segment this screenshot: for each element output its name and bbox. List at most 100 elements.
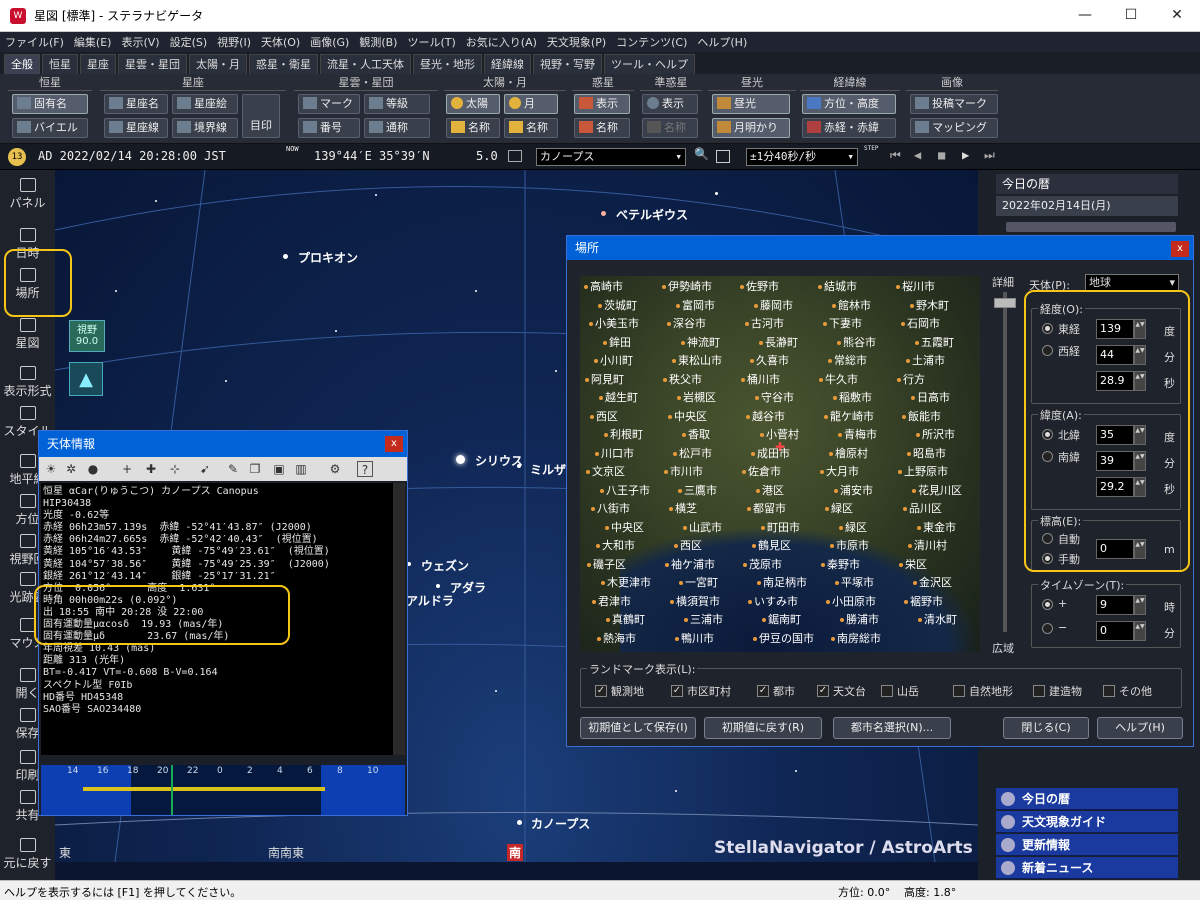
landmark-checkbox[interactable] bbox=[881, 685, 893, 697]
landmark-checkbox[interactable]: ✓ bbox=[595, 685, 607, 697]
daylight-button[interactable]: 昼光 bbox=[712, 94, 790, 114]
number-button[interactable]: 番号 bbox=[298, 118, 360, 138]
planet-name-button[interactable]: 名称 bbox=[574, 118, 630, 138]
lat-second-input[interactable]: 29.2 bbox=[1096, 477, 1134, 497]
post-mark-button[interactable]: 投稿マーク bbox=[910, 94, 998, 114]
south-radio[interactable] bbox=[1042, 451, 1053, 462]
image-icon[interactable]: ▣ bbox=[271, 461, 287, 477]
search-icon[interactable]: 🔍 bbox=[694, 147, 709, 161]
star-adhara[interactable] bbox=[436, 584, 440, 588]
dwarf-name-button[interactable]: 名称 bbox=[642, 118, 698, 138]
lon-minute-input[interactable]: 44 bbox=[1096, 345, 1134, 365]
magnitude-button[interactable]: 等級 bbox=[364, 94, 430, 114]
elevation-spinner[interactable]: ▲▼ bbox=[1134, 539, 1146, 559]
sun-button[interactable]: 太陽 bbox=[446, 94, 500, 114]
location-titlebar[interactable]: 場所 x bbox=[567, 236, 1193, 260]
help-icon[interactable]: ? bbox=[357, 461, 373, 477]
sparkle-icon[interactable]: ✲ bbox=[63, 461, 79, 477]
landmark-checkbox[interactable] bbox=[953, 685, 965, 697]
crosshair-remove-icon[interactable]: ⊹ bbox=[167, 461, 183, 477]
pointer-icon[interactable]: ➹ bbox=[197, 461, 213, 477]
phenomena-guide-item[interactable]: 天文現象ガイド bbox=[996, 811, 1178, 833]
planet-show-button[interactable]: 表示 bbox=[574, 94, 630, 114]
panel-button[interactable]: パネル bbox=[0, 178, 55, 211]
body-select[interactable]: 地球 ▾ bbox=[1085, 274, 1179, 292]
maximize-icon[interactable]: ☐ bbox=[1108, 0, 1154, 32]
datetime-display[interactable]: AD 2022/02/14 20:28:00 JST bbox=[38, 149, 226, 163]
tab-stars[interactable]: 恒星 bbox=[42, 54, 78, 74]
select-city-button[interactable]: 都市名選択(N)... bbox=[833, 717, 951, 739]
landmark-checkbox[interactable]: ✓ bbox=[671, 685, 683, 697]
reset-default-button[interactable]: 初期値に戻す(R) bbox=[704, 717, 822, 739]
object-info-titlebar[interactable]: 天体情報 x bbox=[39, 431, 407, 457]
planet-icon[interactable]: ● bbox=[85, 461, 101, 477]
mapping-button[interactable]: マッピング bbox=[910, 118, 998, 138]
north-radio[interactable] bbox=[1042, 429, 1053, 440]
menu-file[interactable]: ファイル(F) bbox=[0, 34, 69, 50]
lat-degree-spinner[interactable]: ▲▼ bbox=[1134, 425, 1146, 445]
step-button[interactable]: STEP bbox=[864, 145, 878, 152]
tab-meteors[interactable]: 流星・人工天体 bbox=[320, 54, 411, 74]
close-button[interactable]: 閉じる(C) bbox=[1003, 717, 1089, 739]
elevation-input[interactable]: 0 bbox=[1096, 539, 1134, 559]
updates-item[interactable]: 更新情報 bbox=[996, 834, 1178, 856]
target-select[interactable]: カノープス ▾ bbox=[536, 148, 686, 166]
lat-minute-input[interactable]: 39 bbox=[1096, 451, 1134, 471]
tab-sun-moon[interactable]: 太陽・月 bbox=[189, 54, 247, 74]
tab-nebulae[interactable]: 星雲・星団 bbox=[118, 54, 187, 74]
news-item[interactable]: 新着ニュース bbox=[996, 857, 1178, 879]
crosshair-icon[interactable]: + bbox=[119, 461, 135, 477]
zoom-slider-thumb[interactable] bbox=[994, 298, 1016, 308]
tz-minus-radio[interactable] bbox=[1042, 623, 1053, 634]
list-icon[interactable] bbox=[716, 150, 730, 163]
menu-image[interactable]: 画像(G) bbox=[305, 34, 354, 50]
west-radio[interactable] bbox=[1042, 345, 1053, 356]
menu-tools[interactable]: ツール(T) bbox=[402, 34, 460, 50]
close-icon[interactable]: x bbox=[385, 436, 403, 452]
constellation-name-button[interactable]: 星座名 bbox=[104, 94, 168, 114]
constellation-line-button[interactable]: 星座線 bbox=[104, 118, 168, 138]
landmark-checkbox[interactable] bbox=[1033, 685, 1045, 697]
play-icon[interactable]: ▶ bbox=[962, 148, 969, 162]
bayer-button[interactable]: バイエル bbox=[12, 118, 88, 138]
menu-phenomena[interactable]: 天文現象(P) bbox=[542, 34, 611, 50]
proper-name-button[interactable]: 固有名 bbox=[12, 94, 88, 114]
today-almanac-item[interactable]: 今日の暦 bbox=[996, 788, 1178, 810]
star-procyon[interactable] bbox=[283, 254, 288, 259]
star-canopus[interactable] bbox=[517, 820, 522, 825]
star-betelgeuse[interactable] bbox=[601, 211, 606, 216]
mark-button[interactable]: 目印 bbox=[242, 94, 280, 138]
window-icon[interactable]: ❐ bbox=[247, 461, 263, 477]
tab-tools-help[interactable]: ツール・ヘルプ bbox=[604, 54, 695, 74]
close-icon[interactable]: ✕ bbox=[1154, 0, 1200, 32]
lat-degree-input[interactable]: 35 bbox=[1096, 425, 1134, 445]
tab-general[interactable]: 全般 bbox=[4, 54, 40, 74]
now-button[interactable]: NOW bbox=[286, 145, 299, 153]
lat-second-spinner[interactable]: ▲▼ bbox=[1134, 477, 1146, 497]
lat-minute-spinner[interactable]: ▲▼ bbox=[1134, 451, 1146, 471]
location-display[interactable]: 139°44′E 35°39′N bbox=[314, 149, 430, 163]
tab-grid[interactable]: 経緯線 bbox=[484, 54, 531, 74]
lon-minute-spinner[interactable]: ▲▼ bbox=[1134, 345, 1146, 365]
boundary-button[interactable]: 境界線 bbox=[172, 118, 238, 138]
tab-constellations[interactable]: 星座 bbox=[80, 54, 116, 74]
close-icon[interactable]: x bbox=[1171, 241, 1189, 257]
tab-planets[interactable]: 惑星・衛星 bbox=[249, 54, 318, 74]
star-mirzam[interactable] bbox=[517, 464, 521, 468]
menu-object[interactable]: 天体(O) bbox=[256, 34, 305, 50]
menu-fov[interactable]: 視野(I) bbox=[212, 34, 256, 50]
lon-second-input[interactable]: 28.9 bbox=[1096, 371, 1134, 391]
az-alt-button[interactable]: 方位・高度 bbox=[802, 94, 896, 114]
manual-radio[interactable] bbox=[1042, 553, 1053, 564]
menu-observe[interactable]: 観測(B) bbox=[354, 34, 402, 50]
minimize-icon[interactable]: — bbox=[1062, 0, 1108, 32]
tz-minute-spinner[interactable]: ▲▼ bbox=[1134, 621, 1146, 641]
book-icon[interactable]: ▥ bbox=[293, 461, 309, 477]
zoom-up-icon[interactable]: ▲ bbox=[69, 362, 103, 396]
display-format-button[interactable]: 表示形式 bbox=[0, 366, 55, 399]
speed-select[interactable]: ±1分40秒/秒 ▾ bbox=[746, 148, 858, 166]
sun-name-button[interactable]: 名称 bbox=[446, 118, 500, 138]
limiting-magnitude[interactable]: 5.0 bbox=[476, 149, 498, 163]
datetime-button[interactable]: 日時 bbox=[0, 228, 55, 261]
menu-settings[interactable]: 設定(S) bbox=[165, 34, 213, 50]
